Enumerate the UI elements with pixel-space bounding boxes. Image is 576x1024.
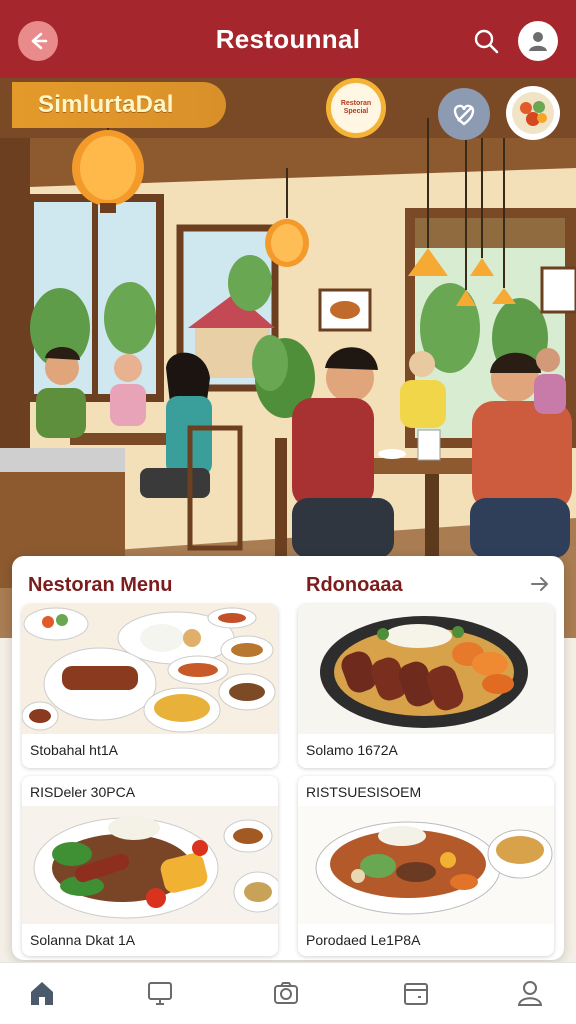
nav-calendar[interactable] xyxy=(398,977,434,1009)
menu-card-image xyxy=(298,604,554,734)
menu-card-image xyxy=(298,806,554,924)
nav-profile[interactable] xyxy=(512,977,548,1009)
menu-card-image xyxy=(22,806,278,924)
menu-card-heading: RISTSUESISOEM xyxy=(306,784,422,800)
menu-card-caption: Stobahal ht1A xyxy=(30,742,118,758)
nav-camera[interactable] xyxy=(268,977,304,1009)
dish-thumbnail[interactable] xyxy=(506,86,560,140)
bottom-nav xyxy=(0,962,576,1024)
menu-card-image xyxy=(22,604,278,734)
user-icon xyxy=(529,32,547,51)
see-all-button[interactable] xyxy=(526,570,554,598)
profile-button[interactable] xyxy=(518,21,558,61)
promo-label: SimlurtaDal xyxy=(38,91,174,118)
nav-home[interactable] xyxy=(24,977,60,1009)
promo-banner[interactable]: SimlurtaDal xyxy=(12,82,226,128)
home-icon xyxy=(31,982,53,1005)
food-bowl-icon xyxy=(512,92,554,134)
menu-card-caption: Solamo 1672A xyxy=(306,742,398,758)
menu-subtitle[interactable]: Rdonoaaa xyxy=(306,574,403,597)
search-button[interactable] xyxy=(470,25,502,57)
favorite-button[interactable] xyxy=(438,88,490,140)
promo-badge[interactable]: Restoran Special xyxy=(326,78,386,138)
arrow-right-icon xyxy=(531,577,548,591)
menu-card[interactable]: Stobahal ht1A xyxy=(22,604,278,768)
menu-card[interactable]: RISTSUESISOEM Porodaed Le1P8A xyxy=(298,776,554,956)
menu-card[interactable]: RISDeler 30PCA Solanna Dkat 1A xyxy=(22,776,278,956)
arrow-left-icon xyxy=(31,32,48,50)
menu-title: Nestoran Menu xyxy=(28,574,173,596)
menu-panel: Nestoran Menu Rdonoaaa Stobahal ht1A Sol… xyxy=(12,556,564,960)
promo-badge-text: Restoran Special xyxy=(331,83,381,133)
menu-card-caption: Porodaed Le1P8A xyxy=(306,932,421,948)
user-icon xyxy=(517,981,543,1006)
app-title: Restounnal xyxy=(215,23,361,54)
back-button[interactable] xyxy=(18,21,58,61)
app-header: Restounnal xyxy=(0,0,576,78)
restaurant-hero-illustration xyxy=(0,78,576,638)
nav-screen[interactable] xyxy=(142,977,178,1009)
search-icon xyxy=(474,29,499,54)
menu-card-heading: RISDeler 30PCA xyxy=(30,784,136,800)
monitor-icon xyxy=(148,982,172,1005)
calendar-icon xyxy=(404,983,428,1005)
heart-icon xyxy=(453,104,475,126)
menu-card[interactable]: Solamo 1672A xyxy=(298,604,554,768)
menu-card-caption: Solanna Dkat 1A xyxy=(30,932,136,948)
camera-icon xyxy=(274,982,298,1004)
